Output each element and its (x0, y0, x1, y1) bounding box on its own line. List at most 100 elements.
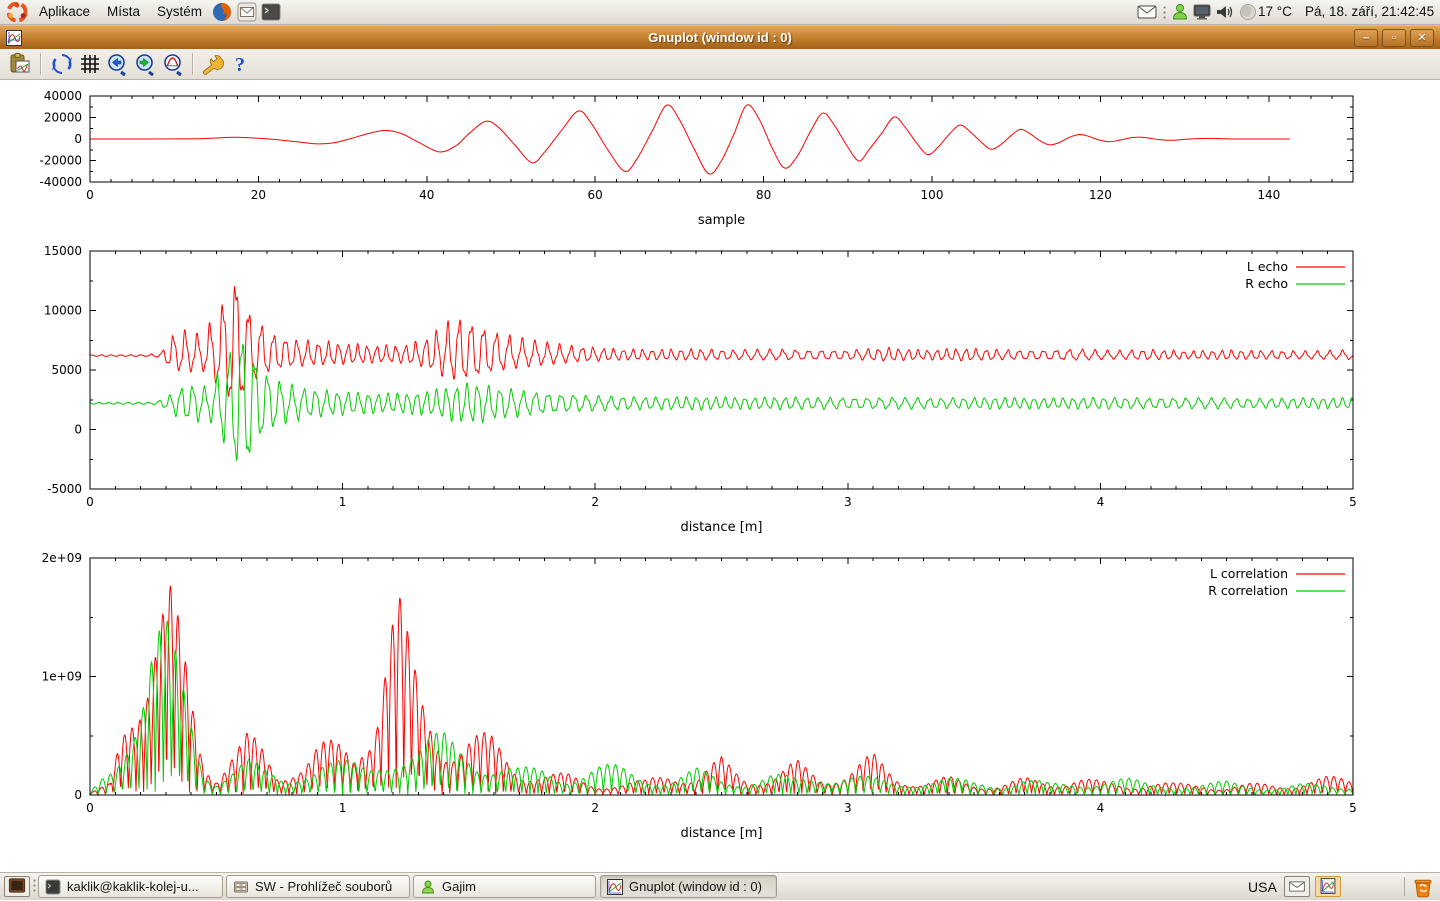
svg-text:1: 1 (339, 801, 347, 815)
volume-icon[interactable] (1214, 2, 1234, 22)
file-manager-task-icon (233, 879, 249, 895)
terminal-task-icon (45, 879, 61, 895)
toolbar-separator (192, 53, 194, 75)
menu-places[interactable]: Místa (98, 0, 149, 24)
chart: 01234501e+092e+09distance [m]L correlati… (42, 551, 1357, 841)
mail-launcher-icon[interactable] (237, 2, 257, 22)
gnuplot-task-icon (607, 879, 623, 895)
svg-text:1: 1 (339, 495, 347, 509)
ubuntu-logo-icon[interactable] (7, 2, 27, 22)
tray-mail-button[interactable] (1284, 876, 1310, 897)
svg-text:-20000: -20000 (39, 154, 82, 168)
copy-to-clipboard-icon[interactable] (8, 52, 32, 76)
trash-icon[interactable] (1412, 876, 1434, 898)
temperature-label[interactable]: 17 °C (1258, 0, 1292, 24)
svg-text:3: 3 (844, 801, 852, 815)
task-terminal-label: kaklik@kaklik-kolej-u... (67, 879, 199, 894)
minimize-button[interactable]: – (1354, 29, 1378, 47)
svg-text:0: 0 (74, 423, 82, 437)
show-desktop-button[interactable] (4, 876, 30, 897)
svg-text:2: 2 (591, 495, 599, 509)
task-file-manager[interactable]: SW - Prohlížeč souborů (226, 875, 410, 898)
grid-icon[interactable] (78, 52, 102, 76)
series-l-correlation (90, 586, 1353, 795)
gnuplot-canvas[interactable]: 020406080100120140-40000-200000200004000… (0, 80, 1440, 872)
window-titlebar[interactable]: Gnuplot (window id : 0) – ▫ ✕ (0, 25, 1440, 49)
keyboard-layout-indicator[interactable]: USA (1248, 875, 1277, 899)
zoom-next-icon[interactable] (134, 52, 158, 76)
close-button[interactable]: ✕ (1410, 29, 1434, 47)
bottom-taskbar: kaklik@kaklik-kolej-u... SW - Prohlížeč … (0, 872, 1440, 900)
svg-text:0: 0 (86, 801, 94, 815)
tray-gnuplot-button[interactable] (1315, 876, 1341, 897)
tray-mail-icon[interactable] (1137, 2, 1157, 22)
svg-text:L echo: L echo (1247, 259, 1288, 274)
menu-system[interactable]: Systém (148, 0, 211, 24)
task-gajim[interactable]: Gajim (413, 875, 596, 898)
svg-text:R echo: R echo (1245, 276, 1288, 291)
gajim-task-icon (420, 879, 436, 895)
svg-text:L correlation: L correlation (1210, 566, 1288, 581)
window-title: Gnuplot (window id : 0) (0, 26, 1440, 50)
series-signal (90, 105, 1290, 174)
svg-text:20: 20 (251, 188, 266, 202)
terminal-launcher-icon[interactable] (261, 2, 281, 22)
svg-text:?: ? (235, 54, 245, 76)
svg-text:sample: sample (698, 213, 745, 228)
toolbar-separator (40, 53, 42, 75)
zoom-previous-icon[interactable] (106, 52, 130, 76)
refresh-icon[interactable] (50, 52, 74, 76)
maximize-button[interactable]: ▫ (1382, 29, 1406, 47)
svg-text:R correlation: R correlation (1208, 583, 1288, 598)
svg-text:0: 0 (86, 495, 94, 509)
tray-separator (1404, 877, 1405, 896)
svg-text:4: 4 (1097, 801, 1105, 815)
chart: 020406080100120140-40000-200000200004000… (39, 89, 1353, 228)
settings-wrench-icon[interactable] (200, 52, 224, 76)
svg-text:distance [m]: distance [m] (680, 520, 762, 535)
task-gajim-label: Gajim (442, 879, 476, 894)
chart: 012345-5000050001000015000distance [m]L … (44, 244, 1357, 535)
svg-text:0: 0 (86, 188, 94, 202)
svg-text:40000: 40000 (44, 89, 82, 103)
unzoom-all-icon[interactable] (162, 52, 186, 76)
svg-text:-40000: -40000 (39, 175, 82, 189)
menu-applications[interactable]: Aplikace (30, 0, 99, 24)
series-r-correlation (90, 621, 1353, 795)
firefox-launcher-icon[interactable] (212, 2, 232, 22)
svg-text:120: 120 (1089, 188, 1112, 202)
svg-text:-5000: -5000 (47, 482, 82, 496)
gnuplot-toolbar: ? (0, 49, 1440, 80)
task-gnuplot[interactable]: Gnuplot (window id : 0) (600, 875, 777, 898)
help-icon[interactable]: ? (228, 52, 252, 76)
tasklist-handle[interactable] (33, 878, 36, 894)
svg-text:40: 40 (419, 188, 434, 202)
series-l-echo (90, 286, 1353, 396)
menu-places-label: Místa (107, 4, 140, 19)
svg-text:100: 100 (921, 188, 944, 202)
svg-text:10000: 10000 (44, 304, 82, 318)
svg-text:3: 3 (844, 495, 852, 509)
svg-text:1e+09: 1e+09 (42, 670, 82, 684)
svg-text:2: 2 (591, 801, 599, 815)
svg-text:5: 5 (1349, 495, 1357, 509)
svg-text:4: 4 (1097, 495, 1105, 509)
tray-handle[interactable] (1163, 5, 1166, 21)
svg-text:0: 0 (74, 132, 82, 146)
menu-applications-label: Aplikace (39, 4, 90, 19)
task-gnuplot-label: Gnuplot (window id : 0) (629, 879, 762, 894)
task-file-manager-label: SW - Prohlížeč souborů (255, 879, 392, 894)
svg-text:0: 0 (74, 788, 82, 802)
svg-text:60: 60 (588, 188, 603, 202)
svg-text:20000: 20000 (44, 111, 82, 125)
svg-text:140: 140 (1257, 188, 1280, 202)
user-switcher-icon[interactable] (1170, 2, 1190, 22)
charts: 020406080100120140-40000-200000200004000… (0, 80, 1440, 872)
svg-text:5: 5 (1349, 801, 1357, 815)
task-terminal[interactable]: kaklik@kaklik-kolej-u... (38, 875, 223, 898)
display-settings-icon[interactable] (1192, 2, 1212, 22)
series-r-echo (90, 345, 1353, 461)
clock-label[interactable]: Pá, 18. září, 21:42:45 (1305, 0, 1434, 24)
svg-text:5000: 5000 (51, 363, 82, 377)
svg-text:2e+09: 2e+09 (42, 551, 82, 565)
